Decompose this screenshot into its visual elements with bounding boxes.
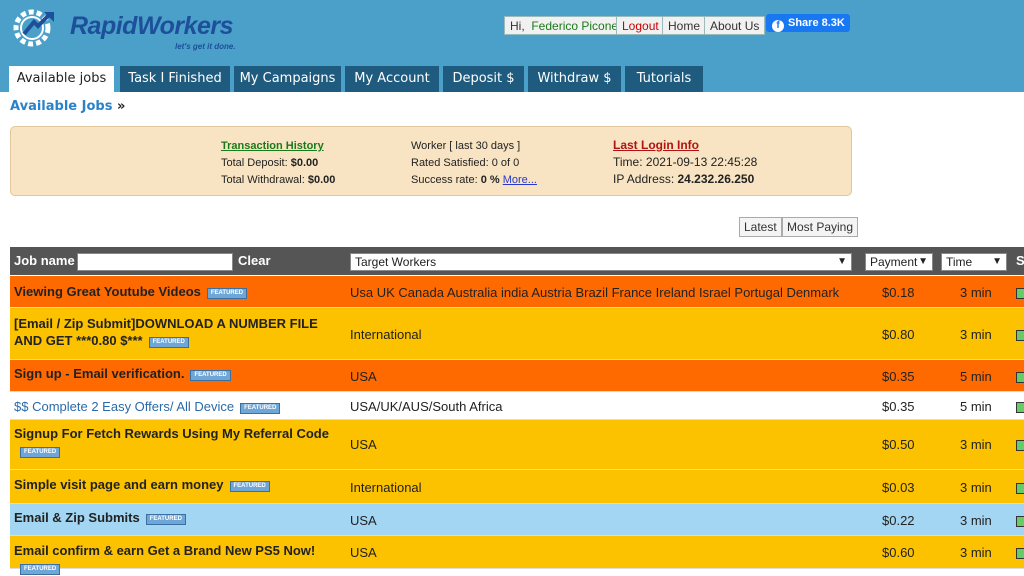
status-icon xyxy=(1016,330,1024,341)
featured-badge: FEATURED xyxy=(240,403,281,414)
job-target: International xyxy=(350,480,422,495)
about-button[interactable]: About Us xyxy=(704,16,766,35)
facebook-share-button[interactable]: f Share 8.3K xyxy=(766,14,850,32)
job-target: USA xyxy=(350,545,377,560)
job-payment: $0.35 xyxy=(882,399,915,414)
status-icon xyxy=(1016,440,1024,451)
job-payment: $0.50 xyxy=(882,437,915,452)
job-title: Sign up - Email verification. xyxy=(14,366,185,381)
status-icon xyxy=(1016,402,1024,413)
tab-available-jobs[interactable]: Available jobs xyxy=(9,66,114,92)
job-title: Email & Zip Submits xyxy=(14,510,140,525)
job-target: USA/UK/AUS/South Africa xyxy=(350,399,503,414)
job-target: International xyxy=(350,327,422,342)
tab-tutorials[interactable]: Tutorials xyxy=(625,66,703,92)
featured-badge: FEATURED xyxy=(148,337,189,348)
table-row[interactable]: Simple visit page and earn money FEATURED… xyxy=(10,470,1024,504)
site-header: RapidWorkers let's get it done. Hi, Fede… xyxy=(0,0,1024,92)
job-time: 3 min xyxy=(960,545,992,560)
table-row[interactable]: Viewing Great Youtube Videos FEATURED Usa… xyxy=(10,276,1024,308)
home-button[interactable]: Home xyxy=(662,16,707,35)
job-payment: $0.22 xyxy=(882,513,915,528)
job-target: Usa UK Canada Australia india Austria Br… xyxy=(350,285,840,300)
job-title: Email confirm & earn Get a Brand New PS5… xyxy=(14,543,316,558)
jobs-table-header: Job name Clear Target Workers ▼ Payment ▼ … xyxy=(10,247,1024,275)
job-payment: $0.35 xyxy=(882,369,915,384)
status-icon xyxy=(1016,483,1024,494)
tab-task-finished[interactable]: Task I Finished xyxy=(120,66,230,92)
job-time: 3 min xyxy=(960,285,992,300)
total-withdrawal: $0.00 xyxy=(307,174,336,186)
table-row[interactable]: Signup For Fetch Rewards Using My Referr… xyxy=(10,420,1024,470)
breadcrumb-label[interactable]: Available Jobs xyxy=(10,99,112,114)
status-icon xyxy=(1016,288,1024,299)
status-icon xyxy=(1016,372,1024,383)
logo-tagline: let's get it done. xyxy=(175,42,236,51)
logo-text: RapidWorkers xyxy=(70,12,234,40)
job-payment: $0.80 xyxy=(882,327,915,342)
job-title: Viewing Great Youtube Videos xyxy=(14,284,201,299)
table-row[interactable]: [Email / Zip Submit]DOWNLOAD A NUMBER FI… xyxy=(10,308,1024,360)
chevron-down-icon: ▼ xyxy=(837,256,847,267)
job-title: $$ Complete 2 Easy Offers/ All Device xyxy=(14,399,235,414)
table-row[interactable]: Email & Zip Submits FEATURED USA $0.22 3 … xyxy=(10,504,1024,536)
featured-badge: FEATURED xyxy=(20,564,61,575)
tab-withdraw[interactable]: Withdraw $ xyxy=(528,66,621,92)
job-time: 5 min xyxy=(960,399,992,414)
table-row[interactable]: $$ Complete 2 Easy Offers/ All Device FEA… xyxy=(10,392,1024,420)
user-greeting: Hi, Federico Picone xyxy=(504,16,625,35)
featured-badge: FEATURED xyxy=(206,288,248,299)
status-icon xyxy=(1016,516,1024,527)
worker-stats: Worker [ last 30 days ] Rated Satisfied:… xyxy=(411,140,537,186)
tab-deposit[interactable]: Deposit $ xyxy=(443,66,524,92)
job-time: 3 min xyxy=(960,437,992,452)
gear-logo-icon xyxy=(13,9,54,47)
job-payment: $0.18 xyxy=(882,285,915,300)
logout-button[interactable]: Logout xyxy=(616,16,665,35)
job-payment: $0.03 xyxy=(882,480,915,495)
job-payment: $0.60 xyxy=(882,545,915,560)
tab-my-campaigns[interactable]: My Campaigns xyxy=(234,66,341,92)
job-time: 5 min xyxy=(960,369,992,384)
chevron-down-icon: ▼ xyxy=(992,256,1002,267)
account-summary-panel: Transaction History Total Deposit: $0.00… xyxy=(10,126,852,196)
chevron-down-icon: ▼ xyxy=(918,256,928,267)
logo[interactable]: RapidWorkers let's get it done. xyxy=(10,6,240,51)
last-login-link[interactable]: Last Login Info xyxy=(613,137,757,154)
featured-badge: FEATURED xyxy=(20,447,61,458)
more-link[interactable]: More... xyxy=(503,174,537,186)
transaction-summary: Transaction History Total Deposit: $0.00… xyxy=(221,138,336,186)
total-deposit: $0.00 xyxy=(290,157,319,169)
sort-most-paying-button[interactable]: Most Paying xyxy=(782,217,859,237)
job-time: 3 min xyxy=(960,480,992,495)
payment-select[interactable]: Payment ▼ xyxy=(865,253,933,271)
featured-badge: FEATURED xyxy=(145,514,186,525)
job-target: USA xyxy=(350,513,377,528)
transaction-history-link[interactable]: Transaction History xyxy=(221,138,335,155)
job-time: 3 min xyxy=(960,327,992,342)
last-login-info: Last Login Info Time: 2021-09-13 22:45:2… xyxy=(613,137,758,186)
job-name-header: Job name xyxy=(14,253,75,268)
tab-my-account[interactable]: My Account xyxy=(345,66,439,92)
status-icon xyxy=(1016,548,1024,559)
time-select[interactable]: Time ▼ xyxy=(941,253,1007,271)
job-title: Signup For Fetch Rewards Using My Referr… xyxy=(14,426,329,441)
job-title: Simple visit page and earn money xyxy=(14,477,224,492)
job-name-filter-input[interactable] xyxy=(77,253,233,271)
job-target: USA xyxy=(350,437,377,452)
target-workers-select[interactable]: Target Workers ▼ xyxy=(350,253,852,271)
featured-badge: FEATURED xyxy=(190,370,231,381)
clear-button[interactable]: Clear xyxy=(238,253,271,268)
breadcrumb: Available Jobs » xyxy=(10,99,126,114)
featured-badge: FEATURED xyxy=(229,481,270,492)
job-target: USA xyxy=(350,369,377,384)
table-row[interactable]: Sign up - Email verification. FEATURED US… xyxy=(10,360,1024,392)
job-time: 3 min xyxy=(960,513,992,528)
facebook-icon: f xyxy=(772,20,784,32)
status-header: S xyxy=(1016,253,1024,268)
table-row[interactable]: Email confirm & earn Get a Brand New PS5… xyxy=(10,536,1024,575)
sort-latest-button[interactable]: Latest xyxy=(739,217,782,237)
